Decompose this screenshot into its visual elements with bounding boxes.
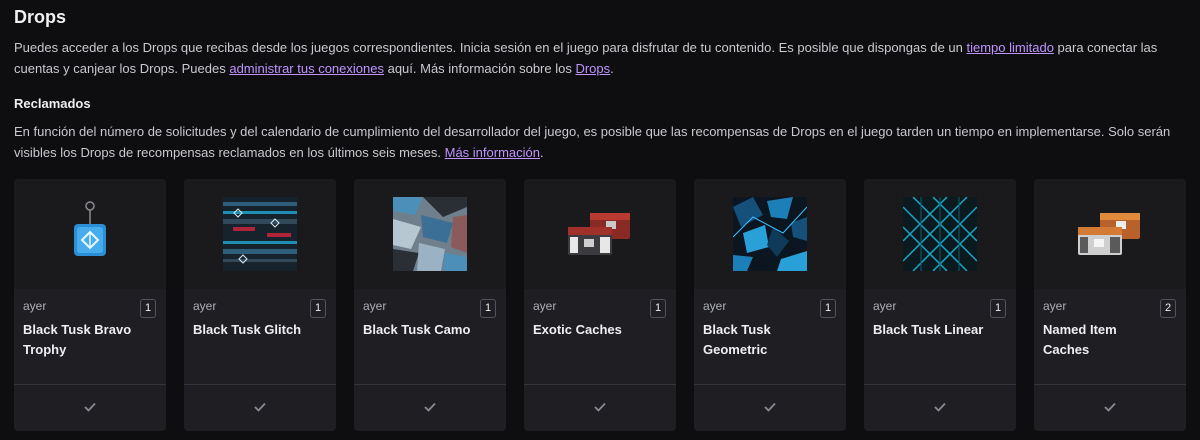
drop-name: Black Tusk Glitch: [193, 322, 302, 337]
checkmark-icon: [424, 399, 436, 417]
drop-card[interactable]: ayer 1 Black Tusk Linear: [864, 179, 1016, 431]
claimed-status: [1034, 384, 1186, 431]
drop-card[interactable]: ayer 1 Black Tusk Bravo Trophy: [14, 179, 166, 431]
checkmark-icon: [254, 399, 266, 417]
drop-date: ayer: [363, 299, 387, 313]
drop-thumbnail: [184, 179, 336, 289]
drop-card[interactable]: ayer 1 Black Tusk Glitch: [184, 179, 336, 431]
claimed-text-part: En función del número de solicitudes y d…: [14, 124, 1171, 160]
drop-quantity-badge: 2: [1160, 299, 1176, 318]
drop-thumbnail: [354, 179, 506, 289]
intro-text-part: aquí. Más información sobre los: [383, 61, 576, 76]
drop-name: Black Tusk Camo: [363, 322, 471, 337]
drop-name: Black Tusk Bravo Trophy: [23, 322, 132, 357]
checkmark-icon: [84, 399, 96, 417]
drop-card[interactable]: ayer 1 Exotic Caches: [524, 179, 676, 431]
drop-date: ayer: [23, 299, 47, 313]
claimed-status: [864, 384, 1016, 431]
drop-name: Exotic Caches: [533, 322, 622, 337]
geometric-pattern-icon: [733, 197, 807, 271]
manage-connections-link[interactable]: administrar tus conexiones: [229, 61, 384, 76]
drop-card[interactable]: ayer 1 Black Tusk Camo: [354, 179, 506, 431]
drop-thumbnail: [14, 179, 166, 289]
drop-quantity-badge: 1: [310, 299, 326, 318]
linear-pattern-icon: [903, 197, 977, 271]
claimed-text: En función del número de solicitudes y d…: [14, 121, 1184, 163]
drop-date: ayer: [533, 299, 557, 313]
drop-thumbnail: [1034, 179, 1186, 289]
drop-thumbnail: [864, 179, 1016, 289]
drop-quantity-badge: 1: [990, 299, 1006, 318]
claimed-status: [524, 384, 676, 431]
claimed-heading: Reclamados: [14, 96, 91, 111]
page-title: Drops: [14, 7, 67, 27]
intro-text-part: .: [610, 61, 614, 76]
drop-date: ayer: [703, 299, 727, 313]
claimed-status: [14, 384, 166, 431]
claimed-status: [354, 384, 506, 431]
drops-info-link[interactable]: Drops: [575, 61, 610, 76]
drop-card[interactable]: ayer 1 Black Tusk Geometric: [694, 179, 846, 431]
drop-thumbnail: [524, 179, 676, 289]
trophy-icon: [70, 200, 110, 268]
more-info-link[interactable]: Más información: [445, 145, 540, 160]
drops-grid: ayer 1 Black Tusk Bravo Trophy ayer 1 Bl…: [14, 179, 1186, 431]
checkmark-icon: [764, 399, 776, 417]
drop-date: ayer: [193, 299, 217, 313]
drop-quantity-badge: 1: [140, 299, 156, 318]
drop-card[interactable]: ayer 2 Named Item Caches: [1034, 179, 1186, 431]
drop-date: ayer: [873, 299, 897, 313]
drop-quantity-badge: 1: [820, 299, 836, 318]
drop-name: Named Item Caches: [1043, 322, 1117, 357]
limited-time-link[interactable]: tiempo limitado: [967, 40, 1054, 55]
claimed-status: [694, 384, 846, 431]
drop-quantity-badge: 1: [650, 299, 666, 318]
intro-text: Puedes acceder a los Drops que recibas d…: [14, 37, 1184, 79]
camo-pattern-icon: [393, 197, 467, 271]
exotic-cache-icon: [560, 209, 640, 259]
drop-name: Black Tusk Geometric: [703, 322, 771, 357]
drops-page: Drops Puedes acceder a los Drops que rec…: [0, 0, 1200, 440]
claimed-status: [184, 384, 336, 431]
drop-thumbnail: [694, 179, 846, 289]
drop-name: Black Tusk Linear: [873, 322, 984, 337]
named-cache-icon: [1070, 209, 1150, 259]
drop-date: ayer: [1043, 299, 1067, 313]
intro-text-part: Puedes acceder a los Drops que recibas d…: [14, 40, 967, 55]
drop-quantity-badge: 1: [480, 299, 496, 318]
glitch-pattern-icon: [223, 197, 297, 271]
checkmark-icon: [1104, 399, 1116, 417]
checkmark-icon: [594, 399, 606, 417]
checkmark-icon: [934, 399, 946, 417]
claimed-text-part: .: [540, 145, 544, 160]
